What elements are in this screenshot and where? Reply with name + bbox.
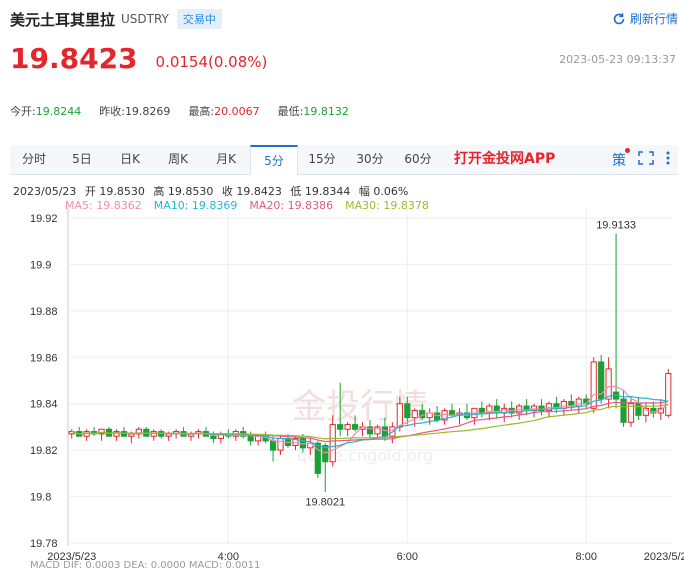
candle-body — [269, 440, 277, 451]
candlestick-chart[interactable]: 19.92 19.9 19.88 19.86 19.84 19.82 19.8 19.78 20… — [0, 208, 684, 568]
stat-label: 昨收: — [99, 105, 125, 118]
extreme-label: 19.8021 — [305, 497, 345, 509]
y-tick-label: 19.9 — [30, 259, 51, 271]
candle-body — [665, 373, 672, 416]
notification-dot — [625, 147, 630, 153]
trading-status-badge: 交易中 — [176, 9, 222, 29]
open-app-link[interactable]: 打开金投网APP — [454, 145, 555, 174]
more-icon[interactable] — [666, 151, 670, 169]
candle-body — [128, 433, 135, 437]
strategy-label: 策 — [612, 152, 626, 169]
candle-body — [210, 435, 217, 440]
header: 美元土耳其里拉 USDTRY 交易中 — [10, 8, 222, 30]
price-change: 0.0154(0.08%) — [155, 53, 268, 71]
candle-body — [329, 424, 336, 463]
y-tick-label: 19.88 — [30, 306, 58, 318]
stat-item: 今开:19.8244 — [10, 103, 81, 119]
ohlc-high: 高 19.8530 — [153, 185, 214, 198]
x-tick-label: 2023/5/23 — [644, 551, 684, 563]
candle-body — [605, 368, 612, 400]
ohlc-date: 2023/05/23 — [13, 185, 77, 198]
ohlc-close: 收 19.8423 — [221, 185, 282, 198]
stat-value: 20.0067 — [214, 105, 260, 118]
stat-value: 19.8244 — [35, 105, 82, 118]
candle-body — [277, 438, 284, 451]
candle-body — [247, 435, 254, 442]
stat-item: 最高:20.0067 — [188, 103, 259, 119]
tab-15分[interactable]: 15分 — [298, 145, 346, 174]
strategy-icon[interactable]: 策 — [612, 147, 630, 170]
candle-body — [575, 398, 582, 407]
stat-item: 昨收:19.8269 — [99, 103, 170, 119]
last-price: 19.8423 — [10, 42, 138, 75]
ohlc-low: 低 19.8344 — [290, 185, 351, 198]
stat-value: 19.8132 — [303, 105, 349, 118]
stat-item: 最低:19.8132 — [278, 103, 349, 119]
refresh-label: 刷新行情 — [629, 12, 678, 26]
candle-body — [337, 424, 344, 430]
y-tick-label: 19.82 — [30, 445, 58, 457]
stat-label: 今开: — [10, 105, 36, 118]
tab-周K[interactable]: 周K — [154, 145, 202, 174]
candle-body — [381, 426, 389, 437]
tab-5日[interactable]: 5日 — [58, 145, 106, 174]
tab-日K[interactable]: 日K — [106, 145, 154, 174]
x-tick-label: 6:00 — [397, 551, 418, 563]
candle-body — [165, 433, 172, 437]
price-row: 19.8423 0.0154(0.08%) — [10, 38, 267, 76]
candle-body — [411, 410, 418, 419]
y-tick-label: 19.92 — [30, 213, 58, 225]
x-tick-label: 8:00 — [576, 551, 597, 563]
tab-5分[interactable]: 5分 — [250, 145, 298, 175]
refresh-button[interactable]: 刷新行情 — [612, 10, 678, 27]
tab-分时[interactable]: 分时 — [10, 145, 58, 174]
instrument-code: USDTRY — [121, 12, 169, 26]
candle-body — [404, 403, 411, 419]
period-tabs: 分时 5日 日K 周K 月K 5分 15分 30分 60分 打开金投网APP 策 — [10, 145, 678, 175]
candle-body — [351, 424, 359, 430]
extreme-label: 19.9133 — [596, 220, 636, 232]
candle-body — [344, 424, 351, 430]
candle-body — [478, 407, 485, 414]
fullscreen-icon[interactable] — [638, 150, 654, 169]
y-tick-label: 19.8 — [30, 492, 51, 504]
candle-body — [560, 400, 567, 409]
tab-60分[interactable]: 60分 — [394, 145, 442, 174]
y-tick-label: 19.86 — [30, 352, 58, 364]
stat-label: 最低: — [277, 105, 304, 118]
stat-label: 最高: — [188, 105, 215, 118]
refresh-icon — [613, 12, 625, 24]
stat-value: 19.8269 — [124, 105, 171, 118]
tab-月K[interactable]: 月K — [202, 145, 250, 174]
tab-30分[interactable]: 30分 — [346, 145, 394, 174]
macd-readout: MACD DIF: 0.0003 DEA: 0.0000 MACD: 0.001… — [30, 560, 261, 568]
stats-row: 今开:19.8244 昨收:19.8269 最高:20.0067 最低:19.8132 — [10, 103, 367, 119]
ohlc-readout: 2023/05/23 开 19.8530 高 19.8530 收 19.8423… — [13, 183, 413, 199]
candle-body — [434, 412, 441, 421]
y-tick-label: 19.78 — [30, 538, 58, 550]
instrument-title: 美元土耳其里拉 — [10, 10, 116, 29]
candle-body — [396, 403, 403, 428]
quote-timestamp: 2023-05-23 09:13:37 — [559, 53, 676, 66]
y-tick-label: 19.84 — [30, 399, 58, 411]
candle-body — [635, 403, 642, 416]
ohlc-amplitude: 幅 0.06% — [358, 185, 409, 198]
ohlc-open: 开 19.8530 — [84, 185, 145, 198]
